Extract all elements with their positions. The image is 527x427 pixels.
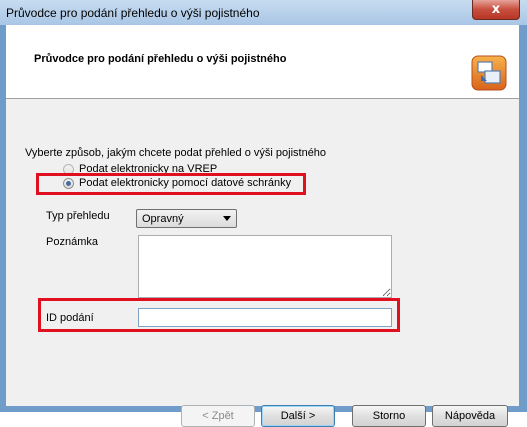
title-bar[interactable]: Průvodce pro podání přehledu o výši poji… (0, 0, 527, 25)
note-label: Poznámka (46, 236, 98, 248)
id-field[interactable] (138, 308, 392, 327)
help-button[interactable]: Nápověda (432, 405, 508, 427)
wizard-header: Průvodce pro podání přehledu o výši poji… (6, 25, 519, 99)
chevron-down-icon (223, 216, 231, 221)
window-title: Průvodce pro podání přehledu o výši poji… (6, 6, 260, 20)
wizard-window: Průvodce pro podání přehledu o výši poji… (0, 0, 527, 427)
type-label: Typ přehledu (46, 210, 110, 222)
back-button[interactable]: < Zpět (181, 405, 255, 427)
page-title: Průvodce pro podání přehledu o výši poji… (34, 53, 287, 65)
radio-option-data-box[interactable]: Podat elektronicky pomocí datové schránk… (63, 177, 291, 189)
radio-button[interactable] (63, 177, 74, 189)
choice-prompt: Vyberte způsob, jakým chcete podat přehl… (25, 147, 327, 159)
cancel-button[interactable]: Storno (352, 405, 426, 427)
note-field[interactable] (138, 235, 392, 298)
close-icon: x (491, 2, 501, 17)
wizard-logo-icon (471, 55, 507, 91)
next-button[interactable]: Další > (261, 405, 335, 427)
dialog-client-area: Průvodce pro podání přehledu o výši poji… (6, 25, 519, 427)
close-button[interactable]: x (472, 0, 520, 20)
radio-label: Podat elektronicky pomocí datové schránk… (79, 177, 292, 189)
type-select-value: Opravný (142, 213, 184, 225)
id-label: ID podání (46, 312, 94, 324)
type-select[interactable]: Opravný (136, 209, 237, 228)
